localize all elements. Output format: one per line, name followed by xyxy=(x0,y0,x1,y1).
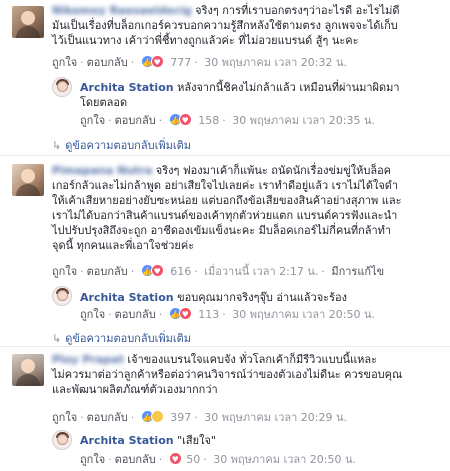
reply-meta: ถูกใจ · ตอบกลับ · ♥ 50 · 30 พฤษภาคม เวลา 20:… xyxy=(80,452,357,466)
comment-text-line: เราไม่ได้บอกว่าสินค้าแบรนด์ของเค้าทุกตัว… xyxy=(52,209,398,222)
reaction-count[interactable]: 777 xyxy=(170,56,191,69)
reaction-icons[interactable]: 👍 ♥ xyxy=(140,55,167,69)
reaction-count[interactable]: 158 xyxy=(198,114,219,127)
comment-text-line: เกอร์กลัวและไม่กล้าพูด อย่าเสียใจไปเลยค่… xyxy=(52,179,399,192)
comment-text-line: มันเป็นเรื่องที่บล็อกเกอร์ควรบอกความรู้ส… xyxy=(52,19,398,32)
comment-author[interactable]: Nikomoy Raesaeldecig xyxy=(52,4,192,17)
reply-link[interactable]: ตอบกลับ xyxy=(115,453,156,466)
reply-meta: ถูกใจ · ตอบกลับ · 👍 ♥ 158 · 30 พฤษภาคม เวลา 2… xyxy=(80,113,376,127)
comment-text-line: ไม่ควรมาต่อว่าลูกค้าหรือต่อว่าคนวิจารณ์ว… xyxy=(52,368,403,381)
reply-avatar[interactable] xyxy=(52,430,72,450)
comment-divider xyxy=(0,155,450,156)
comment-text-line: และพัฒนาผลิตภัณฑ์ตัวเองมากกว่า xyxy=(52,383,218,396)
comment-time[interactable]: เมื่อวานนี้ เวลา 2:17 น. xyxy=(204,265,318,278)
reply-arrow-icon: ↳ xyxy=(52,332,62,345)
reply-link[interactable]: ตอบกลับ xyxy=(87,265,128,278)
comment-meta: ถูกใจ · ตอบกลับ · 👍 ♥ 616 · เมื่อวานนี้ เวลา … xyxy=(52,264,385,278)
love-icon: ♥ xyxy=(150,264,164,277)
reply-link[interactable]: ตอบกลับ xyxy=(87,56,128,69)
reaction-count[interactable]: 50 xyxy=(186,453,200,466)
comment-text: Nikomoy Raesaeldecig จริงๆ การที่เราบอกต… xyxy=(52,4,400,17)
reply-arrow-icon: ↳ xyxy=(52,139,62,152)
reply-link[interactable]: ตอบกลับ xyxy=(87,411,128,424)
like-link[interactable]: ถูกใจ xyxy=(52,411,77,424)
reply-meta: ถูกใจ · ตอบกลับ · 👍 ♥ 113 · 30 พฤษภาคม เวลา 2… xyxy=(80,307,376,321)
comment-time[interactable]: 30 พฤษภาคม เวลา 20:29 น. xyxy=(204,411,347,424)
love-icon: ♥ xyxy=(178,113,192,126)
like-link[interactable]: ถูกใจ xyxy=(80,308,105,321)
like-link[interactable]: ถูกใจ xyxy=(52,265,77,278)
reply-author[interactable]: Archita Station xyxy=(80,81,174,94)
comment-author[interactable]: Pimapana Nutra xyxy=(52,164,152,177)
comment-text-line: จุดนี้ ทุกคนและพี่เอาใจช่วยค่ะ xyxy=(52,239,195,252)
reply-text: Archita Station ขอบคุณมากจริงๆจุ๊บ อ่านแ… xyxy=(80,291,347,304)
commenter-avatar[interactable] xyxy=(12,354,44,386)
love-icon: ♥ xyxy=(168,452,182,465)
comment-text-line: ไปปรับปรุงสิถึงจะถูก อาชีดองเข้มแข็งนะคะ… xyxy=(52,224,392,237)
comment-divider xyxy=(0,346,450,347)
like-link[interactable]: ถูกใจ xyxy=(52,56,77,69)
reaction-count[interactable]: 397 xyxy=(170,411,191,424)
reaction-icons[interactable]: 👍 ♥ xyxy=(168,307,195,321)
reply-text: Archita Station หลังจากนี้ชิคงไม่กล้าแล้… xyxy=(80,81,400,94)
comment-meta: ถูกใจ · ตอบกลับ · 👍 397 · 30 พฤษภาคม เวลา 20… xyxy=(52,410,348,424)
commenter-avatar[interactable] xyxy=(12,164,44,196)
edited-link[interactable]: มีการแก้ไข xyxy=(331,265,384,278)
reaction-icons[interactable]: 👍 ♥ xyxy=(140,264,167,278)
reply-time[interactable]: 30 พฤษภาคม เวลา 20:50 น. xyxy=(232,308,375,321)
reply-link[interactable]: ตอบกลับ xyxy=(115,114,156,127)
commenter-avatar[interactable] xyxy=(12,6,44,38)
like-link[interactable]: ถูกใจ xyxy=(80,453,105,466)
view-more-replies[interactable]: ↳ ดูข้อความตอบกลับเพิ่มเติม xyxy=(52,136,191,154)
reply-author[interactable]: Archita Station xyxy=(80,291,174,304)
reaction-icons[interactable]: 👍 ♥ xyxy=(168,113,195,127)
comment-text-line: ไว้เป็นแนวทาง เค้าว่าพี่ชี้ทางถูกแล้วค่ะ… xyxy=(52,34,359,47)
like-link[interactable]: ถูกใจ xyxy=(80,114,105,127)
reaction-icons[interactable]: 👍 xyxy=(140,410,167,424)
love-icon: ♥ xyxy=(178,307,192,320)
love-icon: ♥ xyxy=(150,55,164,68)
reply-time[interactable]: 30 พฤษภาคม เวลา 20:35 น. xyxy=(232,114,375,127)
comment-author[interactable]: Ploy Prapat xyxy=(52,353,124,366)
reaction-count[interactable]: 113 xyxy=(198,308,219,321)
reaction-icons[interactable]: ♥ xyxy=(168,452,183,466)
comment-text: Ploy Prapat เจ้าของแบรนใจแคบจัง ทั่วโลกเ… xyxy=(52,353,378,366)
reply-text: Archita Station "เสียใจ" xyxy=(80,434,216,447)
reply-link[interactable]: ตอบกลับ xyxy=(115,308,156,321)
reaction-count[interactable]: 616 xyxy=(170,265,191,278)
comment-meta: ถูกใจ · ตอบกลับ · 👍 ♥ 777 · 30 พฤษภาคม เวลา 2… xyxy=(52,55,348,69)
reply-avatar[interactable] xyxy=(52,286,72,306)
comment-text: Pimapana Nutra จริงๆ ฟองมาเค้าก็แพ้นะ ถน… xyxy=(52,164,392,177)
reply-avatar[interactable] xyxy=(52,77,72,97)
comment-text-line: ให้เค้าเสียหายอย่างยับซะหน่อย แต่บอกถึงข… xyxy=(52,194,402,207)
reply-time[interactable]: 30 พฤษภาคม เวลา 20:50 น. xyxy=(213,453,356,466)
view-more-replies[interactable]: ↳ ดูข้อความตอบกลับเพิ่มเติม xyxy=(52,329,191,347)
comment-time[interactable]: 30 พฤษภาคม เวลา 20:32 น. xyxy=(204,56,347,69)
reply-text-line: โดยตลอด xyxy=(80,96,128,109)
haha-icon xyxy=(150,410,164,423)
reply-author[interactable]: Archita Station xyxy=(80,434,174,447)
